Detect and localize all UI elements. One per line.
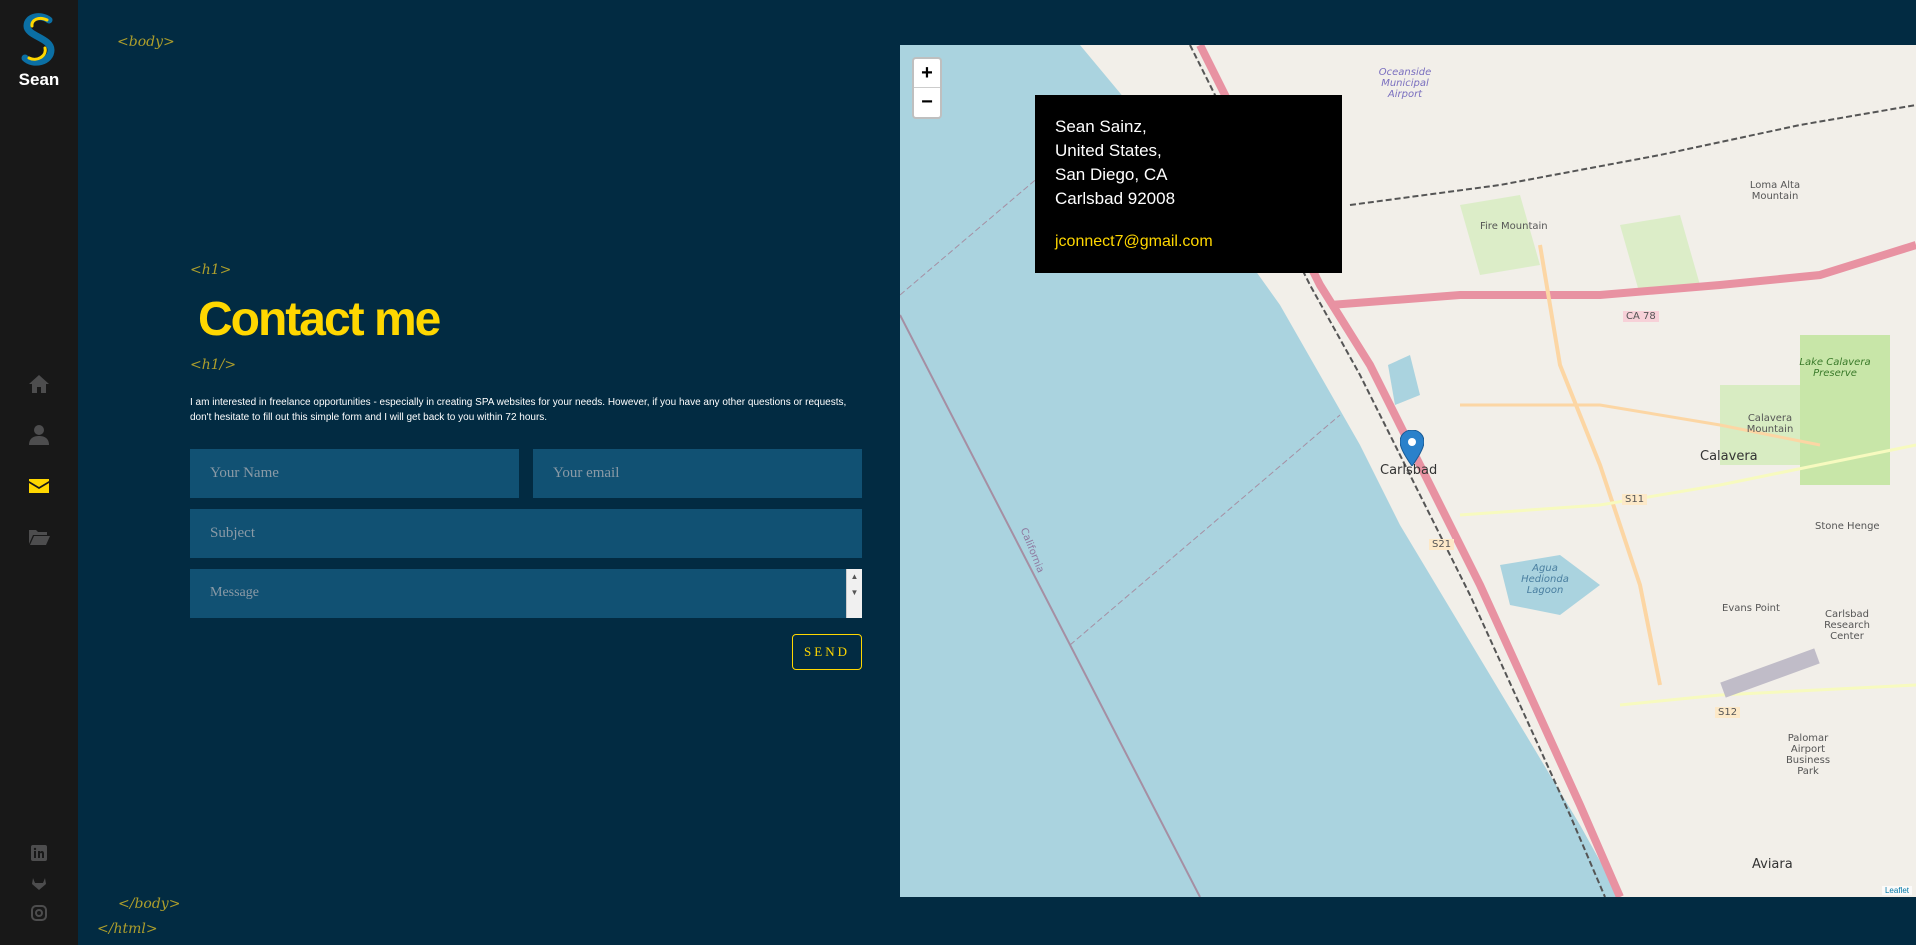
scroll-up-icon[interactable]: ▲ <box>847 569 862 585</box>
map-label-lake-calavera: Lake Calavera Preserve <box>1799 357 1871 379</box>
nav-portfolio[interactable] <box>0 511 78 562</box>
user-icon <box>29 424 49 445</box>
info-line: Sean Sainz, <box>1055 117 1147 136</box>
name-input[interactable] <box>190 449 519 498</box>
linkedin-link[interactable] <box>0 838 78 868</box>
email-input[interactable] <box>533 449 862 498</box>
map-label-s21: S21 <box>1429 539 1455 550</box>
map-label-aviara: Aviara <box>1752 857 1793 872</box>
html-close-tag: </html> <box>97 921 158 937</box>
body-close-tag: </body> <box>118 896 181 912</box>
logo-s-icon <box>21 13 55 66</box>
info-line: Carlsbad 92008 <box>1055 189 1176 208</box>
sidebar: Sean <box>0 0 78 945</box>
contact-description: I am interested in freelance opportuniti… <box>190 397 847 423</box>
social-links <box>0 838 78 928</box>
message-scrollbar[interactable]: ▲ ▼ <box>846 569 862 618</box>
send-button[interactable]: SEND <box>792 634 862 670</box>
folder-icon <box>29 529 50 545</box>
map-label-s11: S11 <box>1622 494 1648 505</box>
zoom-out-button[interactable]: − <box>914 88 940 117</box>
logo-name: Sean <box>18 70 60 89</box>
map-label-fire-mountain: Fire Mountain <box>1480 221 1548 232</box>
message-input[interactable] <box>190 569 862 618</box>
contact-form: ▲ ▼ SEND <box>190 449 862 670</box>
info-email-link[interactable]: jconnect7@gmail.com <box>1055 230 1322 254</box>
zoom-control: + − <box>912 57 942 119</box>
map[interactable]: Carlsbad Calavera Aviara Oceanside Munic… <box>900 45 1916 897</box>
envelope-icon <box>29 478 49 493</box>
nav-home[interactable] <box>0 358 78 409</box>
location-marker-icon[interactable] <box>1400 430 1424 466</box>
nav-about[interactable] <box>0 409 78 460</box>
linkedin-icon <box>31 845 47 861</box>
map-label-calavera-mountain: Calavera Mountain <box>1746 413 1794 435</box>
page-title: Contact me <box>198 293 441 346</box>
map-info-box: Sean Sainz, United States, San Diego, CA… <box>1035 95 1342 273</box>
map-label-calavera: Calavera <box>1700 449 1758 464</box>
contact-section: <h1> Contact me <h1/> I am interested in… <box>190 262 862 670</box>
info-line: San Diego, CA <box>1055 165 1168 184</box>
map-label-palomar: Palomar Airport Business Park <box>1785 733 1831 777</box>
info-line: United States, <box>1055 141 1162 160</box>
h1-close-tag: <h1/> <box>190 357 237 373</box>
map-label-loma-alta: Loma Alta Mountain <box>1749 180 1801 202</box>
gitlab-link[interactable] <box>0 868 78 898</box>
map-label-stone-henge: Stone Henge <box>1815 521 1880 532</box>
scroll-down-icon[interactable]: ▼ <box>847 585 862 601</box>
map-label-carlsbad: Carlsbad <box>1380 463 1438 478</box>
map-label-s12: S12 <box>1715 707 1741 718</box>
home-icon <box>29 374 49 393</box>
h1-open-tag: <h1> <box>190 262 232 278</box>
message-field-wrap: ▲ ▼ <box>190 569 862 618</box>
nav-contact[interactable] <box>0 460 78 511</box>
map-label-agua-hedionda: Agua Hedionda Lagoon <box>1521 563 1569 596</box>
map-label-evans-point: Evans Point <box>1722 603 1780 614</box>
map-label-ca78: CA 78 <box>1623 311 1659 322</box>
map-attribution[interactable]: Leaflet <box>1881 886 1912 895</box>
zoom-in-button[interactable]: + <box>914 59 940 88</box>
map-label-research-center: Carlsbad Research Center <box>1824 609 1870 642</box>
map-label-oceanside-airport: Oceanside Municipal Airport <box>1378 67 1432 100</box>
instagram-icon <box>31 905 47 921</box>
subject-input[interactable] <box>190 509 862 558</box>
body-open-tag: <body> <box>117 34 175 50</box>
instagram-link[interactable] <box>0 898 78 928</box>
gitlab-icon <box>32 878 46 890</box>
logo[interactable]: Sean <box>0 12 78 90</box>
main-nav <box>0 358 78 562</box>
